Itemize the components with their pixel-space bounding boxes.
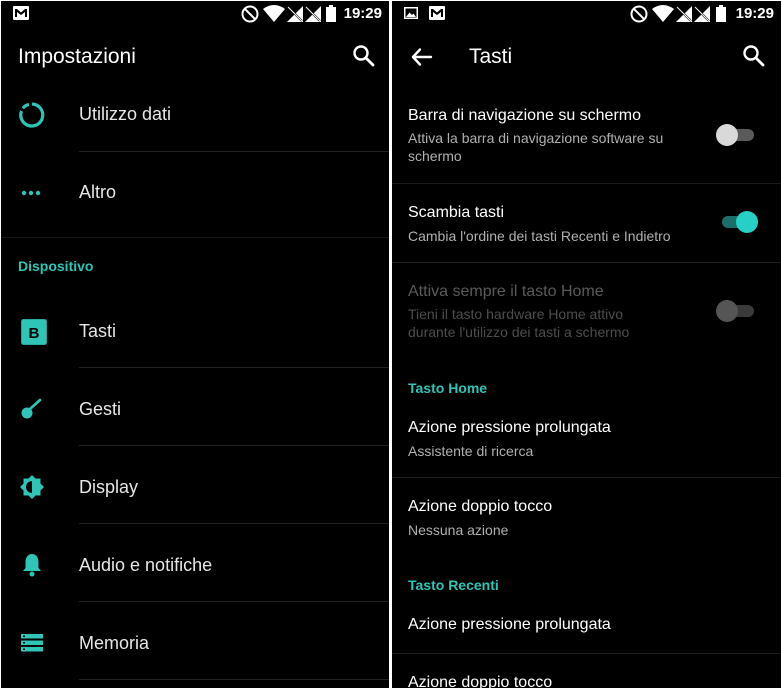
menu-item-display[interactable]: Display (1, 457, 389, 521)
no-signal-icon-1 (676, 6, 692, 22)
menu-item-data-usage[interactable]: Utilizzo dati (1, 89, 389, 151)
pref-summary: schermo (408, 148, 462, 164)
buttons-icon: B (21, 319, 47, 345)
buttons-settings-screen: 19:29 Tasti Barra di navigazione su sche… (392, 1, 781, 688)
pref-title: Azione doppio tocco (408, 674, 553, 688)
section-header-recent-button: Tasto Recenti (408, 577, 499, 593)
status-bar: 19:29 (1, 1, 389, 27)
battery-icon (326, 5, 336, 22)
storage-icon (21, 634, 43, 652)
pref-summary: durante l'utilizzo dei tasti a schermo (408, 324, 630, 340)
status-time: 19:29 (343, 5, 382, 22)
pref-title: Barra di navigazione su schermo (408, 107, 642, 124)
more-icon (21, 190, 41, 196)
bell-icon (23, 554, 41, 577)
divider (79, 523, 389, 524)
pref-home-double-tap[interactable]: Azione doppio tocco Nessuna azione (392, 478, 781, 558)
do-not-disturb-icon (630, 5, 648, 23)
display-icon (20, 475, 44, 499)
divider (79, 601, 389, 602)
status-bar: 19:29 (392, 1, 781, 27)
menu-item-buttons[interactable]: B Tasti (1, 301, 389, 365)
pref-title: Attiva sempre il tasto Home (408, 283, 604, 300)
pref-title: Azione pressione prolungata (408, 419, 611, 436)
switch-thumb (736, 211, 758, 233)
settings-screen: 19:29 Impostazioni Utilizzo dati Altro D… (1, 1, 389, 688)
wifi-icon (263, 5, 285, 22)
pref-recent-double-tap[interactable]: Azione doppio tocco (392, 654, 781, 688)
section-header-device: Dispositivo (18, 258, 94, 274)
battery-icon (716, 5, 726, 22)
always-home-button-switch (716, 300, 754, 322)
no-signal-icon-2 (305, 6, 321, 22)
status-time: 19:29 (735, 5, 774, 22)
gmail-notification-icon (429, 6, 445, 20)
pref-title: Scambia tasti (408, 204, 505, 221)
image-notification-icon (404, 7, 418, 19)
pref-swap-buttons[interactable]: Scambia tasti Cambia l'ordine dei tasti … (392, 184, 781, 262)
menu-label: Utilizzo dati (79, 104, 172, 124)
switch-thumb (716, 300, 738, 322)
back-arrow-icon[interactable] (409, 44, 435, 70)
pref-home-long-press[interactable]: Azione pressione prolungata Assistente d… (392, 401, 781, 477)
divider (79, 151, 389, 152)
menu-item-more[interactable]: Altro (1, 163, 389, 223)
wifi-icon (652, 5, 674, 22)
menu-label: Altro (79, 182, 117, 202)
switch-thumb (716, 124, 738, 146)
pref-always-home-button: Attiva sempre il tasto Home Tieni il tas… (392, 263, 781, 353)
gmail-notification-icon (13, 6, 29, 20)
divider (79, 679, 389, 680)
no-signal-icon-1 (287, 6, 303, 22)
svg-text:B: B (29, 325, 40, 342)
onscreen-navbar-switch[interactable] (716, 124, 754, 146)
menu-label: Gesti (79, 399, 122, 419)
menu-item-audio-notifications[interactable]: Audio e notifiche (1, 535, 389, 599)
pref-summary: Assistente di ricerca (408, 443, 534, 459)
section-header-home-button: Tasto Home (408, 380, 488, 396)
gestures-icon (21, 398, 42, 419)
pref-onscreen-navbar[interactable]: Barra di navigazione su schermo Attiva l… (392, 97, 781, 183)
divider (79, 445, 389, 446)
do-not-disturb-icon (241, 5, 259, 23)
menu-label: Tasti (79, 321, 117, 341)
menu-label: Memoria (79, 633, 150, 653)
search-icon[interactable] (741, 43, 767, 69)
menu-item-storage[interactable]: Memoria (1, 613, 389, 677)
no-signal-icon-2 (694, 6, 710, 22)
page-title: Tasti (469, 45, 513, 68)
search-icon[interactable] (351, 43, 377, 69)
menu-label: Audio e notifiche (79, 555, 213, 575)
pref-title: Azione pressione prolungata (408, 616, 611, 633)
pref-recent-long-press[interactable]: Azione pressione prolungata (392, 599, 781, 653)
divider (79, 367, 389, 368)
pref-title: Azione doppio tocco (408, 498, 553, 515)
pref-summary: Nessuna azione (408, 522, 509, 538)
page-title: Impostazioni (18, 45, 136, 68)
pref-summary: Cambia l'ordine dei tasti Recenti e Indi… (408, 228, 671, 244)
section-divider (1, 237, 389, 238)
menu-item-gestures[interactable]: Gesti (1, 379, 389, 443)
menu-label: Display (79, 477, 139, 497)
pref-summary: Tieni il tasto hardware Home attivo (408, 306, 624, 322)
data-usage-icon (19, 102, 45, 128)
pref-summary: Attiva la barra di navigazione software … (408, 130, 664, 146)
swap-buttons-switch[interactable] (722, 211, 758, 233)
